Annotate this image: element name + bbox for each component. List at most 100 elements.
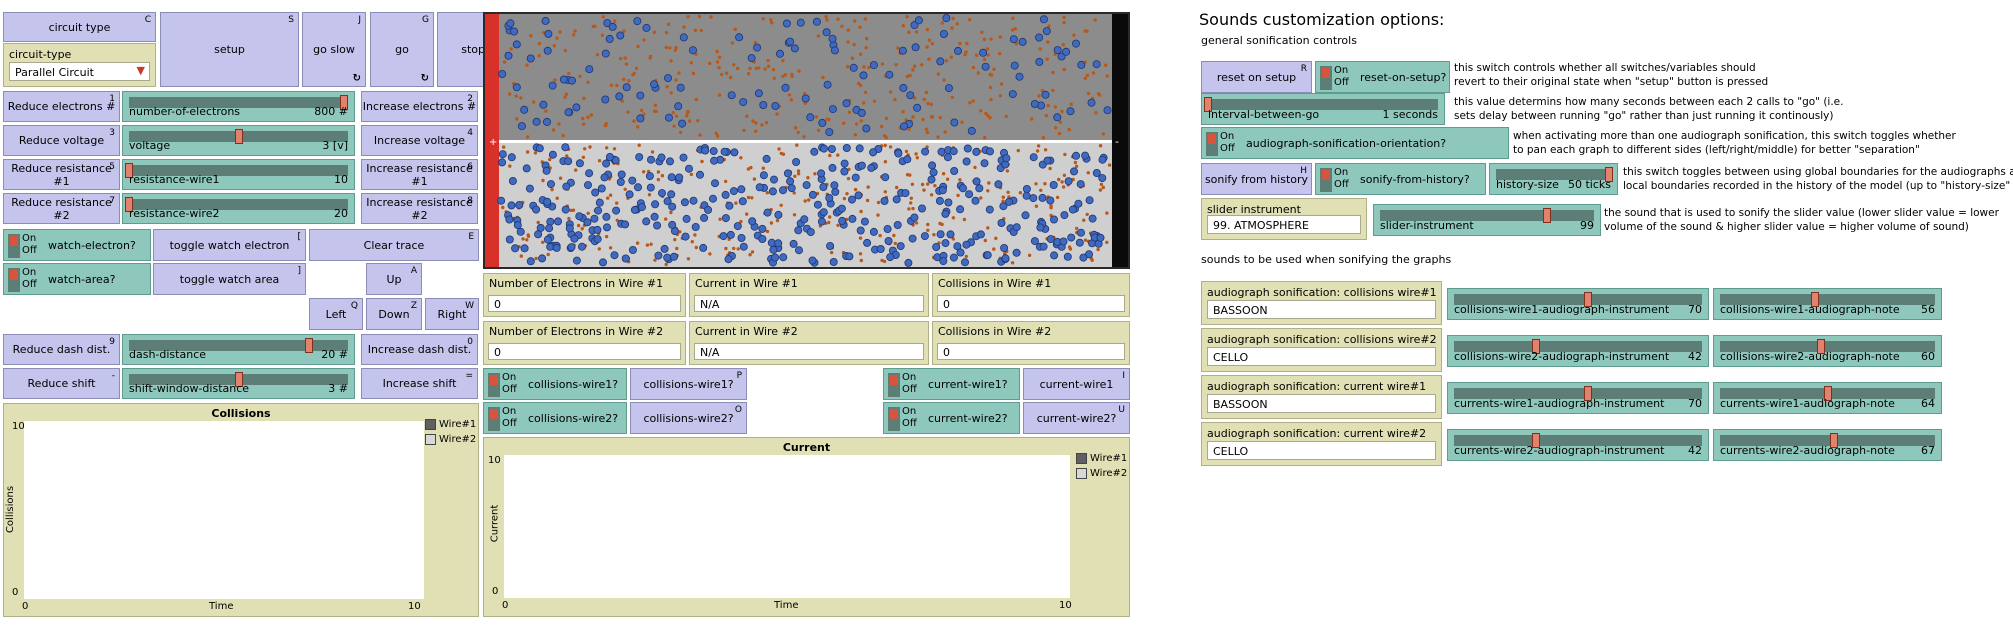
electron-dot: [962, 240, 971, 249]
slider-instrument-slider[interactable]: slider-instrument 99: [1373, 204, 1601, 236]
collisions-wire2-button[interactable]: collisions-wire2? O: [630, 402, 747, 434]
chooser-value[interactable]: Parallel Circuit ▼: [9, 62, 150, 81]
switch-toggle[interactable]: [1320, 66, 1332, 90]
switch-toggle[interactable]: [1206, 132, 1218, 156]
reduce-voltage-button[interactable]: Reduce voltage 3: [3, 125, 120, 156]
shift-window-distance-slider[interactable]: shift-window-distance 3 #: [122, 368, 355, 399]
atom-dot: [586, 80, 590, 85]
right-button[interactable]: Right W: [425, 298, 479, 330]
world-view[interactable]: + -: [483, 12, 1130, 269]
switch-toggle[interactable]: [488, 407, 500, 431]
toggle-watch-area-button[interactable]: toggle watch area]: [153, 263, 306, 295]
atom-dot: [597, 159, 602, 163]
collisions-wire2-instrument-slider[interactable]: collisions-wire2-audiograph-instrument 42: [1447, 335, 1709, 367]
atom-dot: [699, 28, 703, 33]
atom-dot: [1067, 245, 1072, 249]
go-button[interactable]: go G ↻: [370, 12, 434, 87]
collisions-wire1-instrument-slider[interactable]: collisions-wire1-audiograph-instrument 70: [1447, 288, 1709, 320]
chooser-value[interactable]: 99. ATMOSPHERE: [1207, 215, 1361, 234]
electron-dot: [567, 243, 576, 252]
reset-on-setup-button[interactable]: reset on setup R: [1201, 61, 1312, 93]
collisions-wire1-switch[interactable]: On Off collisions-wire1?: [483, 368, 627, 400]
slider-instrument-chooser[interactable]: slider instrument 99. ATMOSPHERE: [1201, 198, 1367, 240]
dash-distance-slider[interactable]: dash-distance 20 #: [122, 334, 355, 365]
down-button[interactable]: Down Z: [366, 298, 422, 330]
collisions-wire1-note-slider[interactable]: collisions-wire1-audiograph-note 56: [1713, 288, 1942, 320]
slider-thumb[interactable]: [304, 338, 313, 353]
reduce-dash-button[interactable]: Reduce dash dist. 9: [3, 334, 120, 365]
clear-trace-button[interactable]: Clear trace E: [309, 229, 479, 261]
audiograph-collisions-wire1-chooser[interactable]: audiograph sonification: collisions wire…: [1201, 281, 1442, 325]
electron-dot: [511, 244, 520, 253]
switch-toggle[interactable]: [8, 268, 20, 292]
chooser-value[interactable]: BASSOON: [1207, 394, 1436, 413]
electron-dot: [708, 194, 717, 203]
increase-voltage-button[interactable]: Increase voltage 4: [361, 125, 478, 156]
sonify-from-history-button[interactable]: sonify from history H: [1201, 163, 1312, 195]
atom-dot: [858, 83, 863, 88]
increase-resistance2-button[interactable]: Increase resistance #2 8: [361, 193, 478, 224]
collisions-wire2-note-slider[interactable]: collisions-wire2-audiograph-note 60: [1713, 335, 1942, 367]
resistance-wire2-slider[interactable]: resistance-wire2 20: [122, 193, 355, 224]
atom-dot: [955, 22, 959, 26]
increase-dash-button[interactable]: Increase dash dist. 0: [361, 334, 478, 365]
reduce-shift-button[interactable]: Reduce shift -: [3, 368, 120, 399]
voltage-slider[interactable]: voltage 3 [v]: [122, 125, 355, 156]
current-wire1-button[interactable]: current-wire1 I: [1023, 368, 1130, 400]
electron-dot: [725, 201, 734, 210]
current-wire2-button[interactable]: current-wire2? U: [1023, 402, 1130, 434]
increase-shift-button[interactable]: Increase shift =: [361, 368, 478, 399]
switch-toggle[interactable]: [488, 373, 500, 397]
go-slow-button[interactable]: go slow J ↻: [302, 12, 366, 87]
reset-on-setup-switch[interactable]: On Off reset-on-setup?: [1315, 61, 1450, 93]
increase-electrons-button[interactable]: Increase electrons #2: [361, 91, 478, 122]
slider-thumb[interactable]: [1542, 208, 1551, 223]
collisions-wire2-switch[interactable]: On Off collisions-wire2?: [483, 402, 627, 434]
up-button[interactable]: Up A: [366, 263, 422, 295]
current-wire2-switch[interactable]: On Off current-wire2?: [883, 402, 1020, 434]
audiograph-current-wire2-chooser[interactable]: audiograph sonification: current wire#2 C…: [1201, 422, 1442, 466]
electron-dot: [1022, 191, 1031, 200]
switch-toggle[interactable]: [888, 373, 900, 397]
slider-thumb[interactable]: [234, 129, 243, 144]
shortcut-key: U: [1118, 405, 1125, 415]
currents-wire2-note-slider[interactable]: currents-wire2-audiograph-note 67: [1713, 429, 1942, 461]
electron-dot: [782, 19, 791, 28]
reduce-electrons-button[interactable]: Reduce electrons #1: [3, 91, 120, 122]
switch-toggle[interactable]: [8, 234, 20, 258]
resistance-wire1-slider[interactable]: resistance-wire1 10: [122, 159, 355, 190]
interval-between-go-slider[interactable]: interval-between-go 1 seconds: [1201, 93, 1445, 125]
circuit-type-chooser[interactable]: circuit-type Parallel Circuit ▼: [3, 43, 156, 87]
number-of-electrons-slider[interactable]: number-of-electrons 800 #: [122, 91, 355, 122]
circuit-type-button[interactable]: circuit type C: [3, 12, 156, 42]
watch-electron-switch[interactable]: On Off watch-electron?: [3, 229, 151, 261]
left-button[interactable]: Left Q: [309, 298, 363, 330]
chooser-value[interactable]: CELLO: [1207, 347, 1436, 366]
atom-dot: [841, 121, 846, 125]
currents-wire2-instrument-slider[interactable]: currents-wire2-audiograph-instrument 42: [1447, 429, 1709, 461]
sonify-from-history-switch[interactable]: On Off sonify-from-history?: [1315, 163, 1486, 195]
setup-button[interactable]: setup S: [160, 12, 299, 87]
watch-area-switch[interactable]: On Off watch-area?: [3, 263, 151, 295]
reduce-resistance1-button[interactable]: Reduce resistance #1 5: [3, 159, 120, 190]
switch-toggle[interactable]: [1320, 168, 1332, 192]
chooser-value[interactable]: BASSOON: [1207, 300, 1436, 319]
collisions-wire1-button[interactable]: collisions-wire1? P: [630, 368, 747, 400]
currents-wire1-instrument-slider[interactable]: currents-wire1-audiograph-instrument 70: [1447, 382, 1709, 414]
orientation-switch[interactable]: On Off audiograph-sonification-orientation…: [1201, 127, 1509, 159]
switch-toggle[interactable]: [888, 407, 900, 431]
reduce-resistance2-button[interactable]: Reduce resistance #2 7: [3, 193, 120, 224]
audiograph-collisions-wire2-chooser[interactable]: audiograph sonification: collisions wire…: [1201, 328, 1442, 372]
current-wire1-switch[interactable]: On Off current-wire1?: [883, 368, 1020, 400]
legend-swatch: [1076, 468, 1087, 479]
atom-dot: [558, 176, 563, 180]
toggle-watch-electron-button[interactable]: toggle watch electron [: [153, 229, 306, 261]
audiograph-current-wire1-chooser[interactable]: audiograph sonification: current wire#1 B…: [1201, 375, 1442, 419]
currents-wire1-note-slider[interactable]: currents-wire1-audiograph-note 64: [1713, 382, 1942, 414]
history-size-slider[interactable]: history-size 50 ticks: [1489, 163, 1618, 195]
slider-name: history-size: [1496, 178, 1559, 191]
atom-dot: [825, 18, 829, 22]
chooser-value[interactable]: CELLO: [1207, 441, 1436, 460]
switch-off-label: Off: [1334, 77, 1349, 88]
increase-resistance1-button[interactable]: Increase resistance #1 6: [361, 159, 478, 190]
